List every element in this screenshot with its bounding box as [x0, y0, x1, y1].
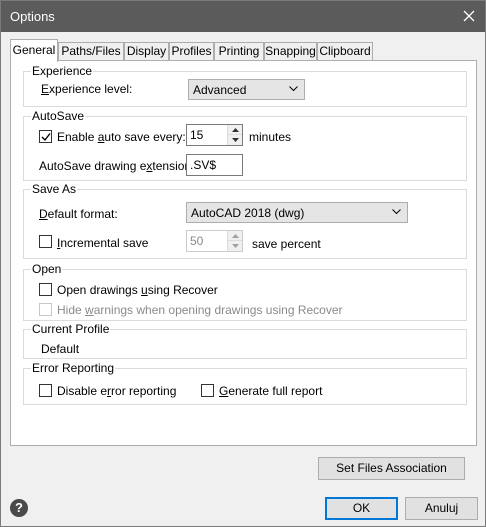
ok-button[interactable]: OK: [325, 497, 398, 520]
open-group-title: Open: [31, 262, 63, 276]
tab-display[interactable]: Display: [124, 42, 169, 61]
minutes-label: minutes: [249, 130, 292, 144]
current-profile-group-title: Current Profile: [31, 322, 111, 336]
experience-group: Experience Experience level: Advanced: [23, 64, 467, 107]
set-files-association-button[interactable]: Set Files Association: [318, 457, 465, 480]
tab-paths-files[interactable]: Paths/Files: [58, 42, 124, 61]
enable-autosave-checkbox[interactable]: [39, 130, 52, 143]
disable-error-reporting-label[interactable]: Disable error reporting: [57, 384, 176, 398]
experience-level-label: Experience level:: [41, 82, 133, 96]
error-reporting-group: Error Reporting Disable error reporting …: [23, 361, 467, 405]
default-format-dropdown[interactable]: AutoCAD 2018 (dwg): [186, 202, 408, 223]
incremental-save-label[interactable]: Incremental save: [57, 236, 148, 250]
experience-level-value: Advanced: [193, 83, 247, 97]
open-using-recover-label[interactable]: Open drawings using Recover: [57, 283, 218, 297]
increment-button[interactable]: [228, 125, 242, 135]
arrow-up-icon: [232, 234, 239, 238]
decrement-button[interactable]: [228, 241, 242, 251]
tab-printing[interactable]: Printing: [214, 42, 264, 61]
chevron-down-icon: [289, 86, 298, 92]
experience-level-dropdown[interactable]: Advanced: [188, 79, 305, 100]
disable-error-reporting-checkbox[interactable]: [39, 384, 52, 397]
general-tab-panel: Experience Experience level: Advanced Au…: [10, 60, 477, 480]
tab-profiles[interactable]: Profiles: [169, 42, 214, 61]
chevron-down-icon: [392, 209, 401, 215]
current-profile-group: Current Profile Default: [23, 322, 467, 359]
hide-warnings-checkbox[interactable]: [39, 303, 52, 316]
checkmark-icon: [41, 133, 51, 142]
cancel-button[interactable]: Anuluj: [405, 497, 478, 520]
experience-group-title: Experience: [31, 64, 94, 78]
generate-full-report-label[interactable]: Generate full report: [219, 384, 322, 398]
incremental-save-checkbox[interactable]: [39, 235, 52, 248]
hide-warnings-label[interactable]: Hide warnings when opening drawings usin…: [57, 303, 343, 317]
autosave-interval-value: 15: [190, 128, 204, 142]
save-percent-label: save percent: [252, 237, 321, 251]
autosave-group-title: AutoSave: [31, 109, 86, 123]
save-percent-stepper[interactable]: 50: [186, 230, 243, 252]
decrement-button[interactable]: [228, 135, 242, 145]
title-bar[interactable]: Options: [1, 1, 485, 32]
tab-snapping[interactable]: Snapping: [264, 42, 317, 61]
autosave-interval-stepper[interactable]: 15: [186, 124, 243, 146]
default-format-label: Default format:: [39, 207, 118, 221]
autosave-extension-value: .SV$: [190, 158, 217, 172]
open-group: Open Open drawings using Recover Hide wa…: [23, 262, 467, 321]
enable-autosave-label[interactable]: Enable auto save every:: [57, 130, 186, 144]
error-reporting-group-title: Error Reporting: [31, 361, 116, 375]
tab-clipboard[interactable]: Clipboard: [317, 42, 373, 61]
current-profile-value: Default: [41, 342, 80, 356]
autosave-extension-label: AutoSave drawing extension:: [39, 159, 195, 173]
generate-full-report-checkbox[interactable]: [201, 384, 214, 397]
help-icon[interactable]: ?: [10, 499, 28, 517]
window-title: Options: [10, 9, 55, 24]
arrow-down-icon: [232, 244, 239, 248]
options-dialog: Options General Paths/Files Display Prof…: [0, 0, 486, 527]
save-percent-spin: [227, 231, 242, 251]
autosave-extension-input[interactable]: .SV$: [186, 154, 243, 176]
tab-general[interactable]: General: [10, 39, 58, 62]
arrow-up-icon: [232, 128, 239, 132]
close-button[interactable]: [451, 1, 485, 32]
save-as-group-title: Save As: [31, 182, 78, 196]
open-using-recover-checkbox[interactable]: [39, 283, 52, 296]
autosave-group: AutoSave Enable auto save every: 15 minu…: [23, 109, 467, 181]
close-icon: [463, 10, 475, 22]
save-percent-value: 50: [190, 234, 204, 248]
default-format-value: AutoCAD 2018 (dwg): [191, 206, 305, 220]
save-as-group: Save As Default format: AutoCAD 2018 (dw…: [23, 182, 467, 259]
autosave-interval-spin: [227, 125, 242, 145]
arrow-down-icon: [232, 138, 239, 142]
increment-button[interactable]: [228, 231, 242, 241]
